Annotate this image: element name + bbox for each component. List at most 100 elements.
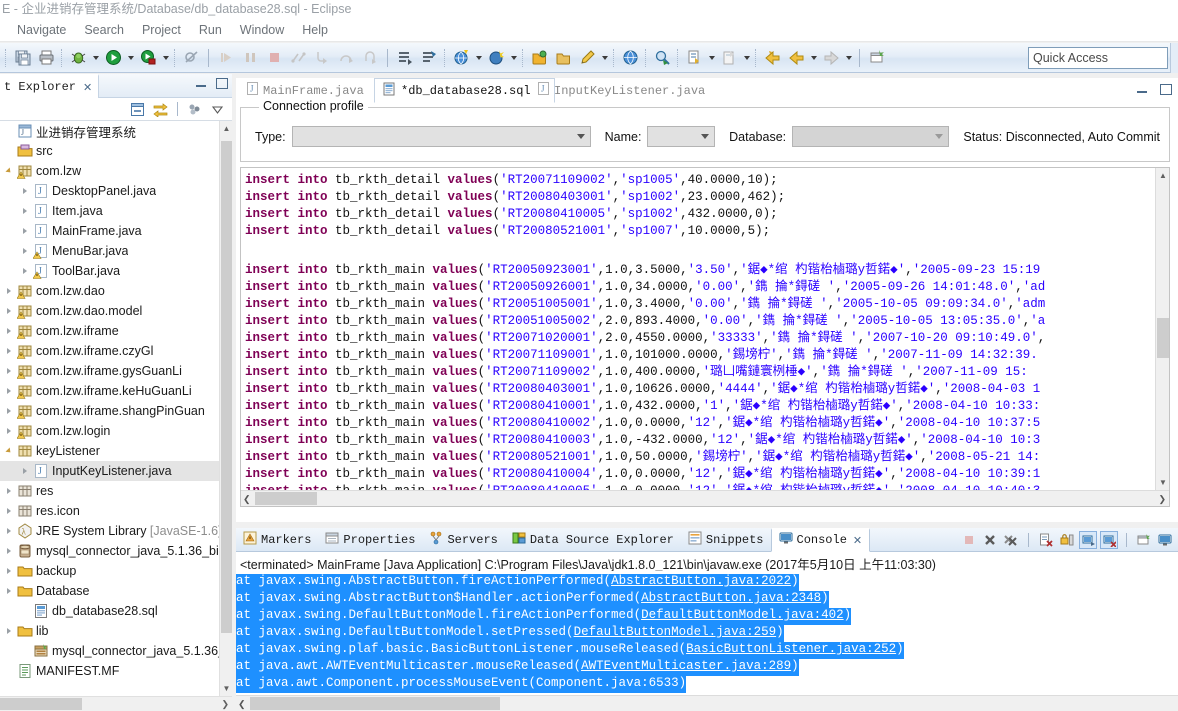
collapse-arrow-icon[interactable] <box>2 361 16 381</box>
scrollbar-thumb[interactable] <box>221 141 232 633</box>
tree-item[interactable]: res <box>0 481 232 501</box>
close-icon[interactable]: ✕ <box>83 81 92 94</box>
menu-window[interactable]: Window <box>231 21 293 39</box>
tab-db-database28-sql[interactable]: *db_database28.sql ✕ <box>374 78 555 103</box>
scrollbar-thumb[interactable] <box>1157 318 1169 358</box>
tree-item[interactable]: keyListener <box>0 441 232 461</box>
menu-help[interactable]: Help <box>293 21 337 39</box>
menu-project[interactable]: Project <box>133 21 190 39</box>
menu-search[interactable]: Search <box>75 21 133 39</box>
open-sql-scrapbook-icon[interactable] <box>418 47 440 69</box>
previous-annotation-icon[interactable] <box>718 47 740 69</box>
open-web-browser-icon[interactable] <box>619 47 641 69</box>
connection-dropdown-arrow[interactable] <box>473 47 484 69</box>
tree-item[interactable]: J 业进销存管理系统 <box>0 121 232 141</box>
tree-item[interactable]: J MainFrame.java <box>0 221 232 241</box>
run-external-tools-icon[interactable] <box>137 47 159 69</box>
view-dropdown-icon[interactable] <box>209 101 226 118</box>
stacktrace-link[interactable]: AWTEventMulticaster.java:289 <box>581 659 791 673</box>
new-sql-file-icon[interactable] <box>394 47 416 69</box>
sql-source-area[interactable]: insert into tb_rkth_detail values('RT200… <box>240 167 1170 507</box>
tree-item[interactable]: J DesktopPanel.java <box>0 181 232 201</box>
collapse-arrow-icon[interactable] <box>18 201 32 221</box>
scroll-lock-icon[interactable] <box>1058 531 1076 549</box>
quick-access-input[interactable]: Quick Access <box>1028 47 1168 69</box>
scroll-right-icon[interactable]: ❯ <box>1158 491 1166 506</box>
type-combo[interactable] <box>291 126 591 147</box>
debug-icon[interactable] <box>67 47 89 69</box>
collapse-arrow-icon[interactable] <box>18 181 32 201</box>
tree-item[interactable]: λ JRE System Library [JavaSE-1.6] <box>0 521 232 541</box>
collapse-arrow-icon[interactable] <box>18 241 32 261</box>
maximize-icon[interactable] <box>216 77 228 89</box>
collapse-arrow-icon[interactable] <box>2 501 16 521</box>
minimize-icon[interactable] <box>1136 83 1148 95</box>
run-dropdown-arrow[interactable] <box>125 47 136 69</box>
tree-item[interactable]: lib <box>0 621 232 641</box>
tree-item[interactable]: com.lzw.dao <box>0 281 232 301</box>
tree-item[interactable]: com.lzw.iframe.keHuGuanLi <box>0 381 232 401</box>
tree-item[interactable]: J InputKeyListener.java <box>0 461 232 481</box>
collapse-arrow-icon[interactable] <box>2 381 16 401</box>
close-icon[interactable]: ✕ <box>853 534 862 547</box>
collapse-arrow-icon[interactable] <box>2 341 16 361</box>
tab-inputkeylistener-java[interactable]: J InputKeyListener.java <box>529 78 713 103</box>
menu-navigate[interactable]: Navigate <box>8 21 75 39</box>
back-icon[interactable] <box>785 47 807 69</box>
collapse-all-icon[interactable] <box>129 101 146 118</box>
tree-item[interactable]: com.lzw.iframe.shangPinGuan <box>0 401 232 421</box>
minimize-icon[interactable] <box>195 77 207 89</box>
collapse-arrow-icon[interactable] <box>2 321 16 341</box>
stacktrace-link[interactable]: DefaultButtonModel.java:402 <box>641 608 844 622</box>
collapse-arrow-icon[interactable] <box>18 461 32 481</box>
wizard-dropdown-arrow[interactable] <box>508 47 519 69</box>
display-selected-console-icon[interactable] <box>1100 531 1118 549</box>
collapse-arrow-icon[interactable] <box>2 421 16 441</box>
debug-dropdown-arrow[interactable] <box>90 47 101 69</box>
back-history-icon[interactable] <box>761 47 783 69</box>
edit-dropdown-arrow[interactable] <box>599 47 610 69</box>
scroll-up-icon[interactable]: ▲ <box>1156 168 1169 183</box>
console-output[interactable]: at javax.swing.AbstractButton.fireAction… <box>236 571 1178 695</box>
new-window-icon[interactable] <box>866 47 888 69</box>
tree-item[interactable]: com.lzw.iframe.czyGl <box>0 341 232 361</box>
tab-markers[interactable]: Markers <box>236 528 318 552</box>
forward-icon[interactable] <box>820 47 842 69</box>
tree-item[interactable]: mysql_connector_java_5.1.36_ <box>0 641 232 661</box>
next-annotation-icon[interactable] <box>683 47 705 69</box>
tree-item[interactable]: backup <box>0 561 232 581</box>
tree-item[interactable]: J Item.java <box>0 201 232 221</box>
sql-horizontal-scrollbar[interactable]: ❮ ❯ <box>241 490 1169 506</box>
search-icon[interactable] <box>651 47 673 69</box>
print-icon[interactable] <box>35 47 57 69</box>
expand-arrow-icon[interactable] <box>2 441 16 461</box>
sql-lines[interactable]: insert into tb_rkth_detail values('RT200… <box>241 168 1146 490</box>
open-console-icon[interactable] <box>1135 531 1153 549</box>
open-type-icon[interactable] <box>528 47 550 69</box>
back-dropdown-arrow[interactable] <box>808 47 819 69</box>
scroll-left-icon[interactable]: ❮ <box>243 491 251 506</box>
tree-item[interactable]: com.lzw.dao.model <box>0 301 232 321</box>
toolbar-overflow[interactable] <box>1170 43 1178 73</box>
previous-annotation-dropdown-arrow[interactable] <box>741 47 752 69</box>
scroll-down-icon[interactable]: ▼ <box>1156 475 1169 490</box>
open-task-icon[interactable] <box>552 47 574 69</box>
remove-launch-icon[interactable] <box>981 531 999 549</box>
collapse-arrow-icon[interactable] <box>2 401 16 421</box>
skip-breakpoints-icon[interactable] <box>180 47 202 69</box>
next-annotation-dropdown-arrow[interactable] <box>706 47 717 69</box>
console-horizontal-scrollbar[interactable]: ❮ <box>236 695 1178 711</box>
tree-item[interactable]: J MenuBar.java <box>0 241 232 261</box>
maximize-icon[interactable] <box>1160 83 1172 95</box>
explorer-horizontal-scrollbar[interactable]: ❯ <box>0 696 232 711</box>
tree-item[interactable]: db_database28.sql <box>0 601 232 621</box>
tree-item[interactable]: com.lzw.iframe.gysGuanLi <box>0 361 232 381</box>
stacktrace-link[interactable]: BasicButtonListener.java:252 <box>686 642 896 656</box>
collapse-arrow-icon[interactable] <box>2 281 16 301</box>
scrollbar-thumb[interactable] <box>0 698 82 710</box>
collapse-arrow-icon[interactable] <box>2 541 16 561</box>
tree-item[interactable]: MANIFEST.MF <box>0 661 232 681</box>
collapse-arrow-icon[interactable] <box>2 301 16 321</box>
edit-icon[interactable] <box>576 47 598 69</box>
tab-console[interactable]: Console ✕ <box>770 527 871 552</box>
